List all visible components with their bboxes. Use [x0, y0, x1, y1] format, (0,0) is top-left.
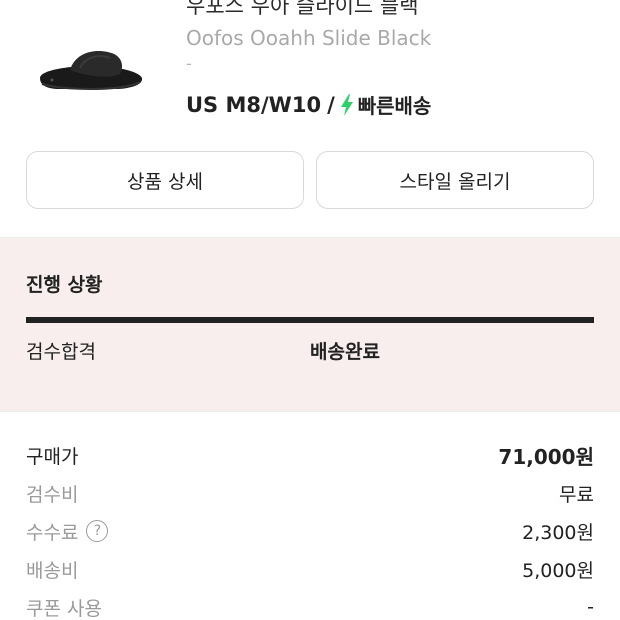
cost-label: 배송비	[26, 559, 79, 582]
cost-label: 수수료	[26, 521, 79, 544]
progress-status: 배송완료	[310, 341, 380, 363]
action-buttons: 상품 상세 스타일 올리기	[26, 151, 594, 209]
product-name-korean: 우포스 우아 슬라이드 블랙	[186, 0, 419, 18]
cost-breakdown: 구매가 71,000원 검수비 무료 수수료 ? 2,300원 배송비 5,00…	[26, 436, 594, 620]
cost-row-inspection-fee: 검수비 무료	[26, 474, 594, 512]
cost-value: 무료	[559, 483, 594, 506]
cost-value: 71,000원	[498, 444, 594, 469]
product-size: US M8/W10	[186, 92, 322, 117]
cost-value: 2,300원	[522, 521, 594, 544]
cost-label: 쿠폰 사용	[26, 597, 102, 620]
cost-label-with-help: 수수료 ?	[26, 518, 109, 545]
slide-sandal-icon	[40, 51, 143, 90]
product-name-english: Oofos Ooahh Slide Black	[186, 26, 432, 50]
progress-section: 진행 상황 검수합격 배송완료	[0, 237, 620, 412]
cost-value: 5,000원	[522, 559, 594, 582]
question-circle-icon[interactable]: ?	[86, 520, 109, 542]
product-option: -	[186, 54, 192, 73]
cost-row-commission: 수수료 ? 2,300원	[26, 512, 594, 550]
progress-step-label: 검수합격	[26, 341, 96, 363]
cost-row-purchase-price: 구매가 71,000원	[26, 436, 594, 474]
product-size-row: US M8/W10 / 빠른배송	[186, 90, 431, 119]
size-separator: /	[327, 92, 335, 117]
cost-row-shipping-fee: 배송비 5,000원	[26, 550, 594, 588]
cost-label: 검수비	[26, 483, 79, 506]
fast-delivery-badge: 빠른배송	[357, 94, 432, 118]
progress-bar	[26, 317, 594, 323]
product-image[interactable]	[30, 40, 150, 100]
product-detail-button[interactable]: 상품 상세	[26, 151, 304, 209]
progress-title: 진행 상황	[26, 274, 103, 296]
cost-row-coupon: 쿠폰 사용 -	[26, 588, 594, 620]
cost-value: -	[587, 596, 594, 618]
style-upload-button[interactable]: 스타일 올리기	[316, 151, 594, 209]
product-summary: 우포스 우아 슬라이드 블랙 Oofos Ooahh Slide Black -…	[0, 0, 620, 140]
cost-label: 구매가	[26, 445, 79, 468]
lightning-bolt-icon	[340, 93, 353, 116]
